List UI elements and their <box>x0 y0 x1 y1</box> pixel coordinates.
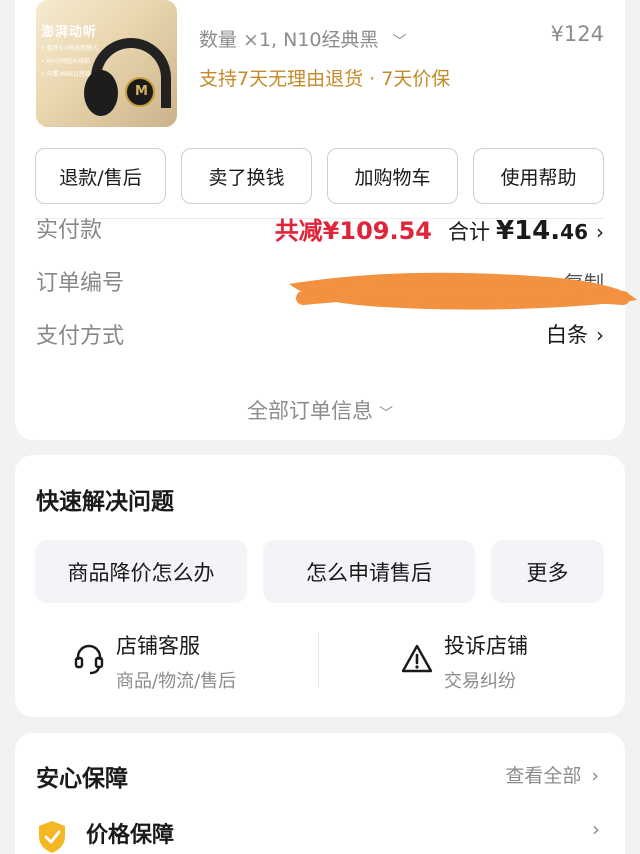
total-currency: ¥ <box>496 215 515 246</box>
warning-icon <box>401 644 433 673</box>
total-integer: 14. <box>514 215 561 246</box>
action-buttons: 退款/售后 卖了换钱 加购物车 使用帮助 <box>35 148 604 204</box>
assurance-card: 安心保障 查看全部 › 价格保障 › <box>15 733 625 854</box>
total-label: 合计 <box>448 219 490 244</box>
quick-solve-card: 快速解决问题 商品降价怎么办 怎么申请售后 更多 店铺客服 商品/物流/售后 投… <box>15 455 625 717</box>
thumb-logo: M <box>135 84 148 99</box>
payment-label: 实付款 <box>36 218 103 243</box>
divider <box>318 632 319 688</box>
shield-check-icon <box>39 821 65 853</box>
redaction-scribble <box>289 272 637 310</box>
chevron-down-icon: ﹀ <box>379 406 393 422</box>
refund-button[interactable]: 退款/售后 <box>35 148 166 204</box>
price-drop-chip[interactable]: 商品降价怎么办 <box>35 540 247 603</box>
chevron-right-icon: › <box>591 765 599 787</box>
price-guarantee-label: 价格保障 <box>86 823 175 848</box>
store-service-button[interactable]: 店铺客服 商品/物流/售后 <box>72 627 312 697</box>
product-spec[interactable]: 数量 ×1, N10经典黑 ﹀ <box>199 25 407 52</box>
thumb-feature-1: • 蓝牙6.0有线双模式 <box>41 45 98 52</box>
pay-method-value: 白条 <box>546 323 588 347</box>
store-service-title: 店铺客服 <box>116 634 200 658</box>
all-order-info-toggle[interactable]: 全部订单信息 ﹀ <box>15 395 625 425</box>
chevron-down-icon: ﹀ <box>392 34 407 50</box>
chevron-right-icon: › <box>596 323 604 347</box>
product-price: ¥124 <box>550 22 604 46</box>
quick-solve-title: 快速解决问题 <box>36 489 174 515</box>
complain-store-button[interactable]: 投诉店铺 交易纠纷 <box>400 627 600 697</box>
headset-icon <box>74 644 104 675</box>
complain-store-title: 投诉店铺 <box>444 634 528 658</box>
all-order-info-label: 全部订单信息 <box>247 399 373 423</box>
resell-button[interactable]: 卖了换钱 <box>181 148 312 204</box>
complain-store-subtitle: 交易纠纷 <box>444 671 516 692</box>
store-service-subtitle: 商品/物流/售后 <box>116 671 237 692</box>
pay-method-label: 支付方式 <box>36 324 125 349</box>
discount-amount: 共减¥109.54 <box>274 216 432 245</box>
thumb-feature-2: • 60小时超长续航 <box>41 58 91 65</box>
more-chip[interactable]: 更多 <box>491 540 604 603</box>
thumb-feature-3: • 内置399EQ音效 <box>41 71 91 78</box>
product-thumbnail[interactable]: 澎湃动听 • 蓝牙6.0有线双模式 • 60小时超长续航 • 内置399EQ音效… <box>36 0 177 127</box>
pay-method-row[interactable]: 支付方式 白条 › <box>36 316 604 352</box>
chevron-right-icon: › <box>596 219 604 244</box>
price-guarantee-row[interactable]: 价格保障 › <box>36 815 604 854</box>
chevron-right-icon: › <box>592 817 600 841</box>
total-decimal: 46 <box>560 219 588 244</box>
view-all-label: 查看全部 <box>505 765 582 787</box>
apply-aftersale-chip[interactable]: 怎么申请售后 <box>263 540 475 603</box>
headphone-ear-left <box>84 70 118 116</box>
thumb-title: 澎湃动听 <box>41 25 98 40</box>
assurance-title: 安心保障 <box>36 766 128 792</box>
order-card: 澎湃动听 • 蓝牙6.0有线双模式 • 60小时超长续航 • 内置399EQ音效… <box>15 0 637 440</box>
product-spec-text: 数量 ×1, N10经典黑 <box>199 29 379 51</box>
return-policy: 支持7天无理由退货 · 7天价保 <box>199 68 451 90</box>
order-number-label: 订单编号 <box>36 271 125 296</box>
help-button[interactable]: 使用帮助 <box>473 148 604 204</box>
headphone-ear-right: M <box>125 77 155 107</box>
add-cart-button[interactable]: 加购物车 <box>327 148 458 204</box>
view-all-link[interactable]: 查看全部 › <box>505 761 599 788</box>
payment-row[interactable]: 实付款 共减¥109.54 合计 ¥ 14. 46 › <box>36 210 604 246</box>
